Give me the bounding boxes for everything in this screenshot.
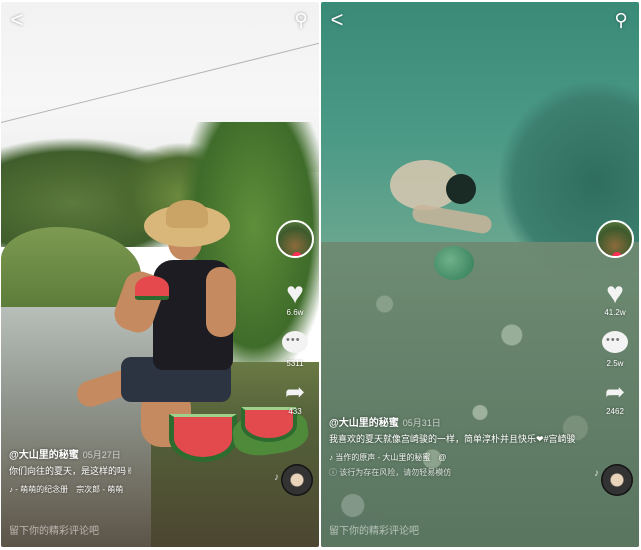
watermelon-slice: [135, 276, 169, 300]
heart-icon[interactable]: [600, 280, 630, 308]
share-icon[interactable]: [600, 379, 630, 407]
video-panel-left[interactable]: < ⚲ 6.6w 5311 433 ♪ @大山里的秘蜜05月27日 你们向往的夏…: [1, 2, 319, 547]
comment-icon[interactable]: [600, 331, 630, 359]
comment-input[interactable]: 留下你的精彩评论吧: [9, 522, 99, 537]
video-info: @大山里的秘蜜 05月27日 你们向往的夏天，是这样的吗✌ ♪ - 萌萌的纪念册 …: [9, 446, 269, 495]
comment-input[interactable]: 留下你的精彩评论吧: [329, 522, 419, 537]
author-name[interactable]: @大山里的秘蜜: [9, 450, 79, 461]
post-date: 05月27日: [82, 450, 121, 460]
share-count: 2462: [606, 407, 624, 416]
video-caption: 我喜欢的夏天就像宫崎骏的一样，简单淳朴并且快乐❤#宫崎骏: [329, 434, 576, 444]
music-note-icon: ♪: [594, 468, 599, 479]
comment-count: 2.5w: [606, 359, 624, 368]
underwater-watermelon: [434, 246, 474, 280]
author-avatar[interactable]: [276, 220, 314, 258]
music-note-icon: ♪: [274, 472, 279, 483]
music-disc-icon[interactable]: [281, 464, 313, 496]
video-panel-right[interactable]: < ⚲ 41.2w 2.5w 2462 ♪ @大山里的秘蜜05月31日 我喜欢的…: [321, 2, 639, 547]
diver-head: [446, 174, 476, 204]
action-rail: 6.6w 5311 433: [275, 220, 315, 419]
risk-warning: ⓘ 该行为存在风险，请勿轻易模仿: [329, 468, 452, 477]
music-info[interactable]: ♪ 当作的原声 - 大山里的秘蜜 @: [329, 452, 579, 463]
person-arm: [206, 267, 236, 337]
video-info: @大山里的秘蜜 05月31日 我喜欢的夏天就像宫崎骏的一样，简单淳朴并且快乐❤#宫…: [329, 414, 579, 478]
share-icon[interactable]: [280, 379, 310, 407]
author-row: @大山里的秘蜜 05月31日: [329, 414, 579, 429]
action-rail: 41.2w 2.5w 2462: [595, 220, 635, 419]
video-caption: 你们向往的夏天，是这样的吗✌: [9, 466, 134, 476]
post-date: 05月31日: [402, 418, 441, 428]
music-disc-icon[interactable]: [601, 464, 633, 496]
search-icon[interactable]: ⚲: [291, 10, 311, 30]
search-icon[interactable]: ⚲: [611, 10, 631, 30]
share-count: 433: [288, 407, 302, 416]
riverbed-stones: [321, 242, 639, 547]
music-info[interactable]: ♪ - 萌萌的纪念册 宗次郎 - 萌萌: [9, 484, 269, 495]
straw-hat-crown: [166, 200, 208, 228]
back-icon[interactable]: <: [7, 9, 27, 31]
back-icon[interactable]: <: [327, 9, 347, 31]
heart-icon[interactable]: [280, 280, 310, 308]
author-row: @大山里的秘蜜 05月27日: [9, 446, 269, 461]
comment-icon[interactable]: [280, 331, 310, 359]
comment-count: 5311: [286, 359, 304, 368]
author-avatar[interactable]: [596, 220, 634, 258]
author-name[interactable]: @大山里的秘蜜: [329, 418, 399, 429]
